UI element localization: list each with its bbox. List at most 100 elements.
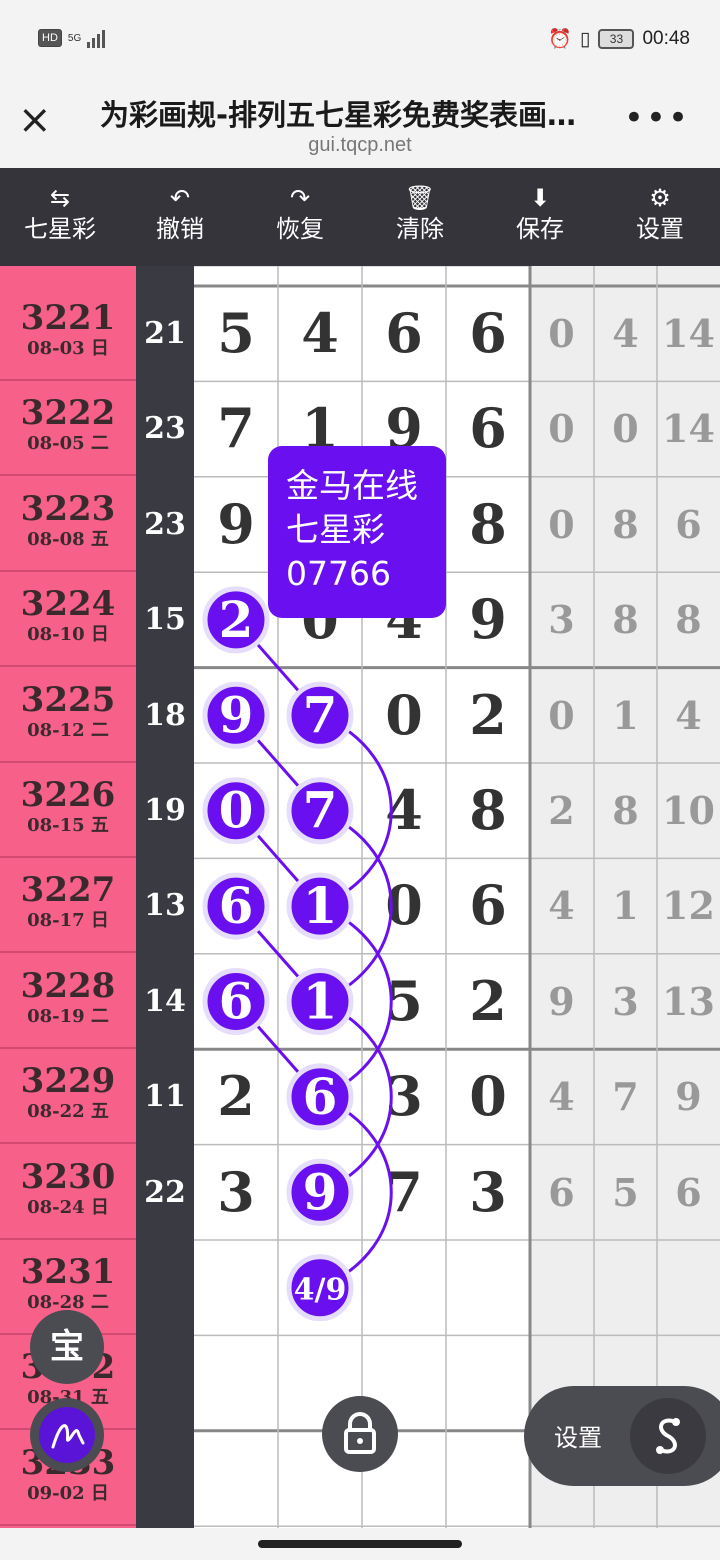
stat-cell: 7 [612,1074,639,1120]
home-indicator[interactable] [258,1540,462,1548]
issue-cell: 3226 08-15 五 [0,763,136,858]
sum-value: 19 [144,793,186,828]
clock: 00:48 [642,28,690,49]
stat-cell: 6 [675,501,702,547]
issue-cell: 3229 08-22 五 [0,1049,136,1145]
digit-cell[interactable]: 4 [278,286,362,381]
digit-cell[interactable]: 6 [446,858,530,953]
settings-label: 设置 [554,1424,602,1452]
gear-icon: ⚙ [649,184,671,212]
digit-cell[interactable]: 7 [194,381,278,476]
sum-value: 15 [144,602,186,638]
undo-button[interactable]: ↶ 撤销 [120,168,240,266]
page-title: 为彩画规-排列五七星彩免费奖表画… [100,98,577,132]
issue-number: 3229 [20,1061,116,1102]
digit-cell[interactable]: 5 [362,954,446,1049]
undo-icon: ↶ [169,184,191,212]
treasure-button[interactable]: 宝 [30,1310,104,1384]
stat-cell: 4 [548,883,575,929]
sum-value: 23 [144,411,186,447]
digit-cell[interactable]: 0 [446,1049,530,1144]
stat-cell: 0 [548,692,575,738]
clear-button[interactable]: 🗑 清除 [360,168,480,266]
digit-cell[interactable]: 5 [194,286,278,381]
lottery-switch-button[interactable]: ⇆ 七星彩 [0,168,120,266]
issue-cell: 3230 08-24 日 [0,1145,136,1240]
digit-cell[interactable]: 2 [194,1049,278,1144]
stat-cell: 1 [612,883,639,929]
stat-cell: 14 [662,406,715,452]
popup-line-1: 金马在线 [286,466,418,505]
info-popup: 金马在线 七星彩 07766 [268,446,446,618]
digit-cell[interactable]: 0 [362,668,446,763]
sum-value: 18 [144,697,186,733]
status-bar: HD 5G ⏰ ▯ 33 00:48 [0,0,720,80]
issue-number: 3228 [20,965,116,1006]
digit-cell[interactable]: 2 [446,954,530,1049]
digit-cell[interactable]: 3 [194,1145,278,1240]
stat-cell: 8 [612,597,639,643]
alarm-icon: ⏰ [548,29,572,50]
popup-line-2: 七星彩 [286,510,385,549]
stat-cell: 4 [675,692,702,738]
redo-button[interactable]: ↷ 恢复 [240,168,360,266]
digit-cell[interactable]: 9 [446,572,530,667]
issue-date: 08-15 五 [27,815,109,836]
issue-date: 08-10 日 [27,624,109,646]
issue-date: 08-12 二 [27,719,109,741]
swap-icon: ⇆ [49,184,71,212]
digit-cell[interactable]: 6 [446,286,530,381]
sum-value: 21 [144,316,186,351]
digit-cell[interactable]: 7 [362,1145,446,1240]
digit-cell[interactable]: 6 [446,381,530,476]
lock-button[interactable] [322,1396,398,1472]
issue-date: 08-19 二 [27,1005,109,1027]
issue-cell: 3221 08-03 日 [0,286,136,381]
stat-cell: 10 [662,788,715,833]
popup-line-3: 07766 [286,554,391,593]
sum-value: 14 [144,983,186,1019]
digit-cell[interactable]: 8 [446,477,530,572]
lock-icon [344,1412,376,1454]
stat-cell: 0 [548,501,575,547]
digit-cell[interactable]: 9 [194,477,278,572]
issue-date: 08-08 五 [27,528,109,550]
stat-cell: 5 [612,1169,639,1215]
settings-button[interactable]: ⚙ 设置 [600,168,720,266]
hd-badge: HD [38,29,62,47]
close-icon[interactable]: × [18,100,54,140]
save-button[interactable]: ⬇ 保存 [480,168,600,266]
redo-icon: ↷ [289,184,311,212]
issue-cell: 3222 08-05 二 [0,381,136,477]
stat-cell: 6 [675,1169,702,1215]
more-menu-icon[interactable]: ••• [624,98,690,138]
pen-button[interactable] [30,1398,104,1472]
stat-cell: 9 [548,978,575,1024]
issue-cell: 3228 08-19 二 [0,954,136,1049]
issue-cell: 3225 08-12 二 [0,668,136,763]
stat-cell: 0 [548,406,575,452]
issue-number: 3222 [20,393,116,434]
issue-cell: 3224 08-10 日 [0,572,136,668]
app-toolbar: ⇆ 七星彩 ↶ 撤销 ↷ 恢复 🗑 清除 ⬇ 保存 ⚙ 设置 [0,168,720,266]
signal-icon [87,28,106,48]
digit-cell[interactable]: 6 [362,286,446,381]
digit-cell[interactable]: 4 [362,763,446,858]
digit-cell[interactable]: 2 [446,668,530,763]
settings-pill[interactable]: 设置 [524,1386,720,1486]
issue-number: 3223 [20,488,116,529]
stat-cell: 14 [662,311,715,356]
status-left: HD 5G [38,28,106,48]
s-curve-button[interactable] [630,1398,706,1474]
stat-cell: 0 [612,406,639,452]
digit-cell[interactable]: 8 [446,763,530,858]
digit-cell[interactable]: 3 [362,1049,446,1144]
issue-date: 08-03 日 [27,338,109,359]
issue-date: 09-02 日 [27,1482,109,1504]
pen-icon [39,1407,95,1463]
issue-number: 3224 [20,584,116,625]
digit-cell[interactable]: 3 [446,1145,530,1240]
issue-date: 08-24 日 [27,1196,109,1218]
s-curve-icon [656,1418,680,1454]
digit-cell[interactable]: 0 [362,858,446,953]
